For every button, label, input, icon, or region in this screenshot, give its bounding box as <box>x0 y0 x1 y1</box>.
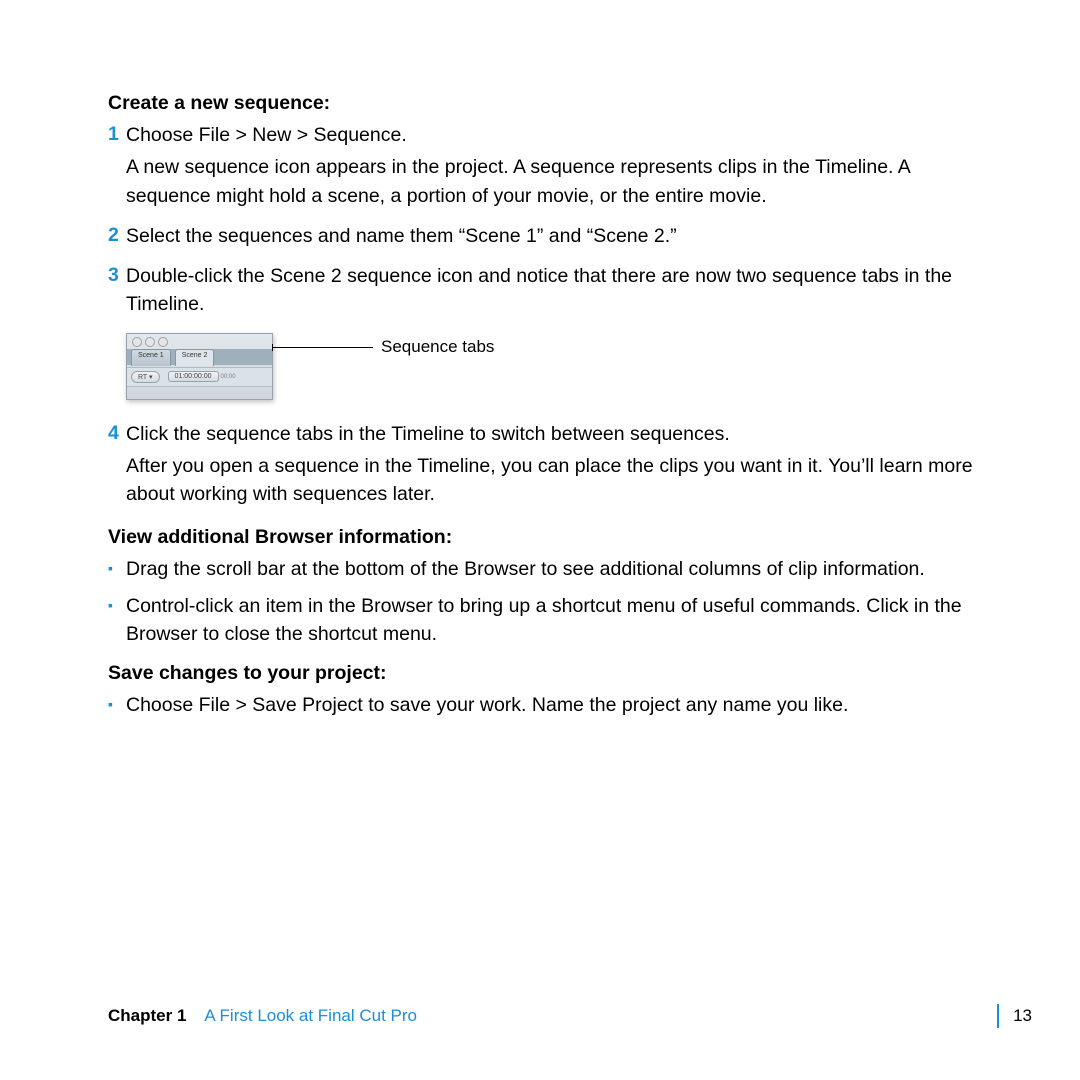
timecode-field: 01:00:00:00 <box>168 371 219 382</box>
figure-caption: Sequence tabs <box>381 337 494 357</box>
step-text: Double-click the Scene 2 sequence icon a… <box>126 262 992 319</box>
bullet-item: ▪ Drag the scroll bar at the bottom of t… <box>108 555 992 583</box>
step-4: 4 Click the sequence tabs in the Timelin… <box>108 420 992 513</box>
step-1: 1 Choose File > New > Sequence. A new se… <box>108 121 992 214</box>
document-page: Create a new sequence: 1 Choose File > N… <box>0 0 1080 1080</box>
bullet-text: Choose File > Save Project to save your … <box>126 691 992 719</box>
footer-title: A First Look at Final Cut Pro <box>204 1006 417 1026</box>
ruler-start: 00;00 <box>221 374 236 380</box>
footer-page-number: 13 <box>1013 1006 1032 1026</box>
page-footer: Chapter 1 A First Look at Final Cut Pro … <box>108 1004 1032 1028</box>
step-number: 4 <box>108 420 126 446</box>
ordered-list-create-sequence-cont: 4 Click the sequence tabs in the Timelin… <box>108 420 992 513</box>
step-2: 2 Select the sequences and name them “Sc… <box>108 222 992 254</box>
rt-popup: RT ▾ <box>131 371 160 383</box>
heading-create-sequence: Create a new sequence: <box>108 92 992 115</box>
bullet-list-save-project: ▪ Choose File > Save Project to save you… <box>108 691 992 719</box>
bullet-square-icon: ▪ <box>108 691 126 718</box>
callout-leader-line <box>273 347 373 348</box>
heading-save-project: Save changes to your project: <box>108 662 992 685</box>
bullet-item: ▪ Control-click an item in the Browser t… <box>108 592 992 649</box>
step-number: 2 <box>108 222 126 248</box>
timeline-tab-scene-1: Scene 1 <box>131 349 171 366</box>
step-text: Choose File > New > Sequence. <box>126 121 992 149</box>
timeline-tab-strip: Scene 1 Scene 2 <box>127 349 272 365</box>
step-text: A new sequence icon appears in the proje… <box>126 153 992 210</box>
timeline-window-screenshot: Scene 1 Scene 2 RT ▾ 01:00:00:00 00;00 <box>126 333 273 400</box>
step-number: 3 <box>108 262 126 288</box>
bullet-text: Drag the scroll bar at the bottom of the… <box>126 555 992 583</box>
step-3: 3 Double-click the Scene 2 sequence icon… <box>108 262 992 323</box>
bullet-item: ▪ Choose File > Save Project to save you… <box>108 691 992 719</box>
timeline-toolbar: RT ▾ 01:00:00:00 00;00 <box>127 367 272 387</box>
bullet-square-icon: ▪ <box>108 555 126 582</box>
step-text: Select the sequences and name them “Scen… <box>126 222 992 250</box>
heading-browser-info: View additional Browser information: <box>108 526 992 549</box>
step-text: After you open a sequence in the Timelin… <box>126 452 992 509</box>
step-text: Click the sequence tabs in the Timeline … <box>126 420 992 448</box>
timeline-tab-scene-2: Scene 2 <box>175 349 215 366</box>
bullet-square-icon: ▪ <box>108 592 126 619</box>
bullet-list-browser-info: ▪ Drag the scroll bar at the bottom of t… <box>108 555 992 648</box>
step-number: 1 <box>108 121 126 147</box>
footer-chapter: Chapter 1 <box>108 1006 186 1026</box>
figure-sequence-tabs: Scene 1 Scene 2 RT ▾ 01:00:00:00 00;00 S… <box>126 333 992 400</box>
window-traffic-lights-icon <box>132 337 168 347</box>
ordered-list-create-sequence: 1 Choose File > New > Sequence. A new se… <box>108 121 992 323</box>
footer-divider <box>997 1004 999 1028</box>
bullet-text: Control-click an item in the Browser to … <box>126 592 992 649</box>
